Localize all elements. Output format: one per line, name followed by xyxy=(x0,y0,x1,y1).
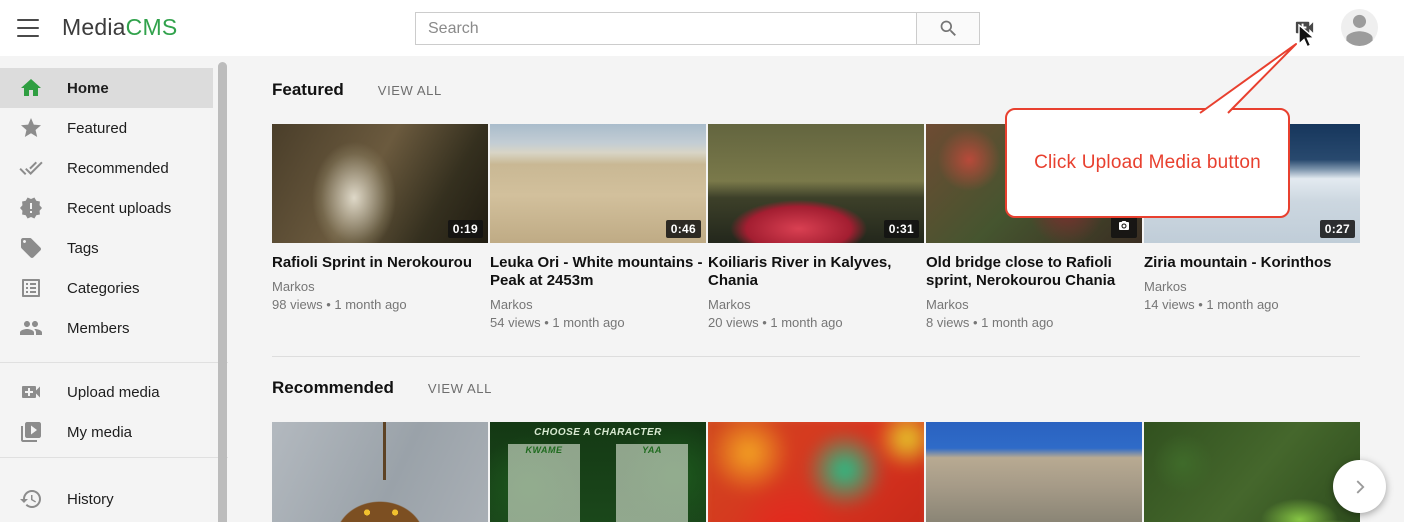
video-title[interactable]: Ziria mountain - Korinthos xyxy=(1144,254,1360,272)
video-thumbnail[interactable]: 0:19 xyxy=(272,124,488,243)
sidebar-item-label: Upload media xyxy=(67,384,160,401)
sidebar-item-label: Tags xyxy=(67,240,99,257)
user-avatar[interactable] xyxy=(1341,9,1378,46)
sidebar-divider xyxy=(0,457,228,458)
video-author[interactable]: Markos xyxy=(708,297,924,312)
sidebar-item-label: Recommended xyxy=(67,160,169,177)
search-bar xyxy=(415,12,980,45)
video-thumbnail[interactable] xyxy=(272,422,488,522)
tutorial-tooltip: Click Upload Media button xyxy=(1005,108,1290,218)
video-meta: 14 views • 1 month ago xyxy=(1144,297,1360,312)
sidebar-item-label: Recent uploads xyxy=(67,200,171,217)
sidebar-item-history[interactable]: History xyxy=(0,479,213,519)
video-meta: 8 views • 1 month ago xyxy=(926,315,1142,330)
carousel-next-button[interactable] xyxy=(1333,460,1386,513)
sidebar-item-my-media[interactable]: My media xyxy=(0,412,213,452)
sidebar-item-categories[interactable]: Categories xyxy=(0,268,213,308)
section-divider xyxy=(272,356,1360,357)
sidebar-item-label: Categories xyxy=(67,280,140,297)
sidebar-item-recent-uploads[interactable]: Recent uploads xyxy=(0,188,213,228)
sidebar: Home Featured Recommended Recent uploads… xyxy=(0,56,228,522)
recommended-view-all-link[interactable]: VIEW ALL xyxy=(428,381,492,396)
featured-view-all-link[interactable]: VIEW ALL xyxy=(378,83,442,98)
video-thumbnail[interactable] xyxy=(926,422,1142,522)
video-meta: 98 views • 1 month ago xyxy=(272,297,488,312)
video-author[interactable]: Markos xyxy=(490,297,706,312)
video-call-icon xyxy=(1291,16,1318,39)
sidebar-item-label: Members xyxy=(67,320,130,337)
video-author[interactable]: Markos xyxy=(272,279,488,294)
tag-icon xyxy=(19,236,43,260)
camera-badge xyxy=(1111,216,1137,238)
video-library-icon xyxy=(19,420,43,444)
video-thumbnail[interactable] xyxy=(708,422,924,522)
recommended-section-header: Recommended VIEW ALL xyxy=(272,378,492,398)
home-icon xyxy=(19,76,43,100)
media-card xyxy=(1144,422,1360,522)
video-thumbnail[interactable] xyxy=(1144,422,1360,522)
sidebar-divider xyxy=(0,362,228,363)
top-bar: MediaCMS xyxy=(0,0,1404,56)
video-author[interactable]: Markos xyxy=(926,297,1142,312)
video-meta: 20 views • 1 month ago xyxy=(708,315,924,330)
sidebar-item-label: History xyxy=(67,491,114,508)
star-icon xyxy=(19,116,43,140)
media-card: 0:31 Koiliaris River in Kalyves, Chania … xyxy=(708,124,924,330)
sidebar-item-tags[interactable]: Tags xyxy=(0,228,213,268)
section-title: Recommended xyxy=(272,378,394,398)
sidebar-item-upload-media[interactable]: Upload media xyxy=(0,372,213,412)
new-releases-icon xyxy=(19,196,43,220)
duration-badge: 0:31 xyxy=(884,220,919,238)
done-all-icon xyxy=(19,156,43,180)
history-icon xyxy=(19,487,43,511)
chevron-right-icon xyxy=(1349,476,1371,498)
search-input[interactable] xyxy=(415,12,917,45)
duration-badge: 0:46 xyxy=(666,220,701,238)
featured-section-header: Featured VIEW ALL xyxy=(272,80,442,100)
video-meta: 54 views • 1 month ago xyxy=(490,315,706,330)
photo-camera-icon xyxy=(1117,220,1131,232)
video-thumbnail[interactable]: 0:46 xyxy=(490,124,706,243)
search-icon xyxy=(938,18,959,39)
video-title[interactable]: Leuka Ori - White mountains - Peak at 24… xyxy=(490,254,706,290)
media-card xyxy=(926,422,1142,522)
sidebar-item-label: Featured xyxy=(67,120,127,137)
sidebar-item-featured[interactable]: Featured xyxy=(0,108,213,148)
logo-media-text: Media xyxy=(62,14,126,40)
video-title[interactable]: Old bridge close to Rafioli sprint, Nero… xyxy=(926,254,1142,290)
sidebar-item-label: My media xyxy=(67,424,132,441)
sidebar-scrollbar[interactable] xyxy=(218,62,227,522)
logo-cms-text: CMS xyxy=(126,14,178,40)
section-title: Featured xyxy=(272,80,344,100)
menu-icon[interactable] xyxy=(14,17,42,39)
media-card: 0:46 Leuka Ori - White mountains - Peak … xyxy=(490,124,706,330)
search-button[interactable] xyxy=(917,12,980,45)
categories-icon xyxy=(19,276,43,300)
thumbnail-text: YAA xyxy=(544,445,706,455)
sidebar-item-label: Home xyxy=(67,80,109,97)
media-card: 0:19 Rafioli Sprint in Nerokourou Markos… xyxy=(272,124,488,330)
tooltip-text: Click Upload Media button xyxy=(1034,152,1261,174)
app-logo[interactable]: MediaCMS xyxy=(62,14,177,41)
people-icon xyxy=(19,316,43,340)
video-thumbnail[interactable]: CHOOSE A CHARACTER KWAME YAA Selected Se… xyxy=(490,422,706,522)
sidebar-item-members[interactable]: Members xyxy=(0,308,213,348)
sidebar-item-recommended[interactable]: Recommended xyxy=(0,148,213,188)
duration-badge: 0:19 xyxy=(448,220,483,238)
upload-media-button[interactable] xyxy=(1290,16,1318,40)
duration-badge: 0:27 xyxy=(1320,220,1355,238)
video-thumbnail[interactable]: 0:31 xyxy=(708,124,924,243)
video-title[interactable]: Koiliaris River in Kalyves, Chania xyxy=(708,254,924,290)
media-card xyxy=(708,422,924,522)
thumbnail-text: CHOOSE A CHARACTER xyxy=(490,427,706,438)
person-icon xyxy=(1341,9,1378,46)
recommended-row: CHOOSE A CHARACTER KWAME YAA Selected Se… xyxy=(272,422,1360,522)
sidebar-item-home[interactable]: Home xyxy=(0,68,213,108)
video-author[interactable]: Markos xyxy=(1144,279,1360,294)
video-title[interactable]: Rafioli Sprint in Nerokourou xyxy=(272,254,488,272)
media-card xyxy=(272,422,488,522)
video-call-icon xyxy=(19,380,43,404)
media-card: CHOOSE A CHARACTER KWAME YAA Selected Se… xyxy=(490,422,706,522)
